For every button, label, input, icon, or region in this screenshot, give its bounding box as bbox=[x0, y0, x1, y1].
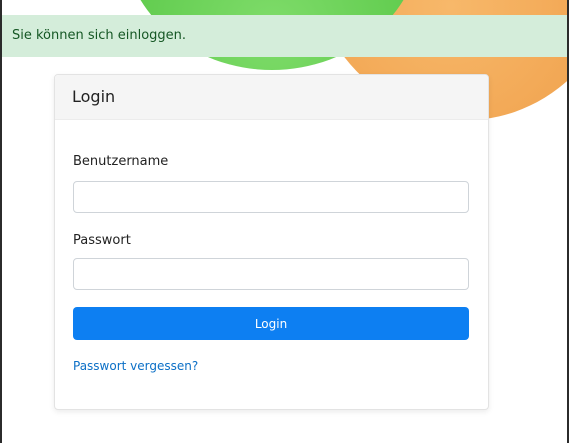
username-label: Benutzername bbox=[73, 154, 169, 169]
forgot-password-link[interactable]: Passwort vergessen? bbox=[73, 359, 198, 373]
login-card-header: Login bbox=[55, 75, 488, 120]
password-input[interactable] bbox=[73, 258, 469, 290]
login-card: Login Benutzername Passwort Login Passwo… bbox=[54, 74, 489, 410]
username-input[interactable] bbox=[73, 181, 469, 213]
login-button[interactable]: Login bbox=[73, 307, 469, 340]
password-label: Passwort bbox=[73, 233, 131, 248]
login-card-title: Login bbox=[72, 87, 116, 106]
success-alert: Sie können sich einloggen. bbox=[2, 15, 567, 57]
page-frame: Sie können sich einloggen. Login Benutze… bbox=[0, 0, 569, 443]
alert-message: Sie können sich einloggen. bbox=[12, 28, 187, 43]
